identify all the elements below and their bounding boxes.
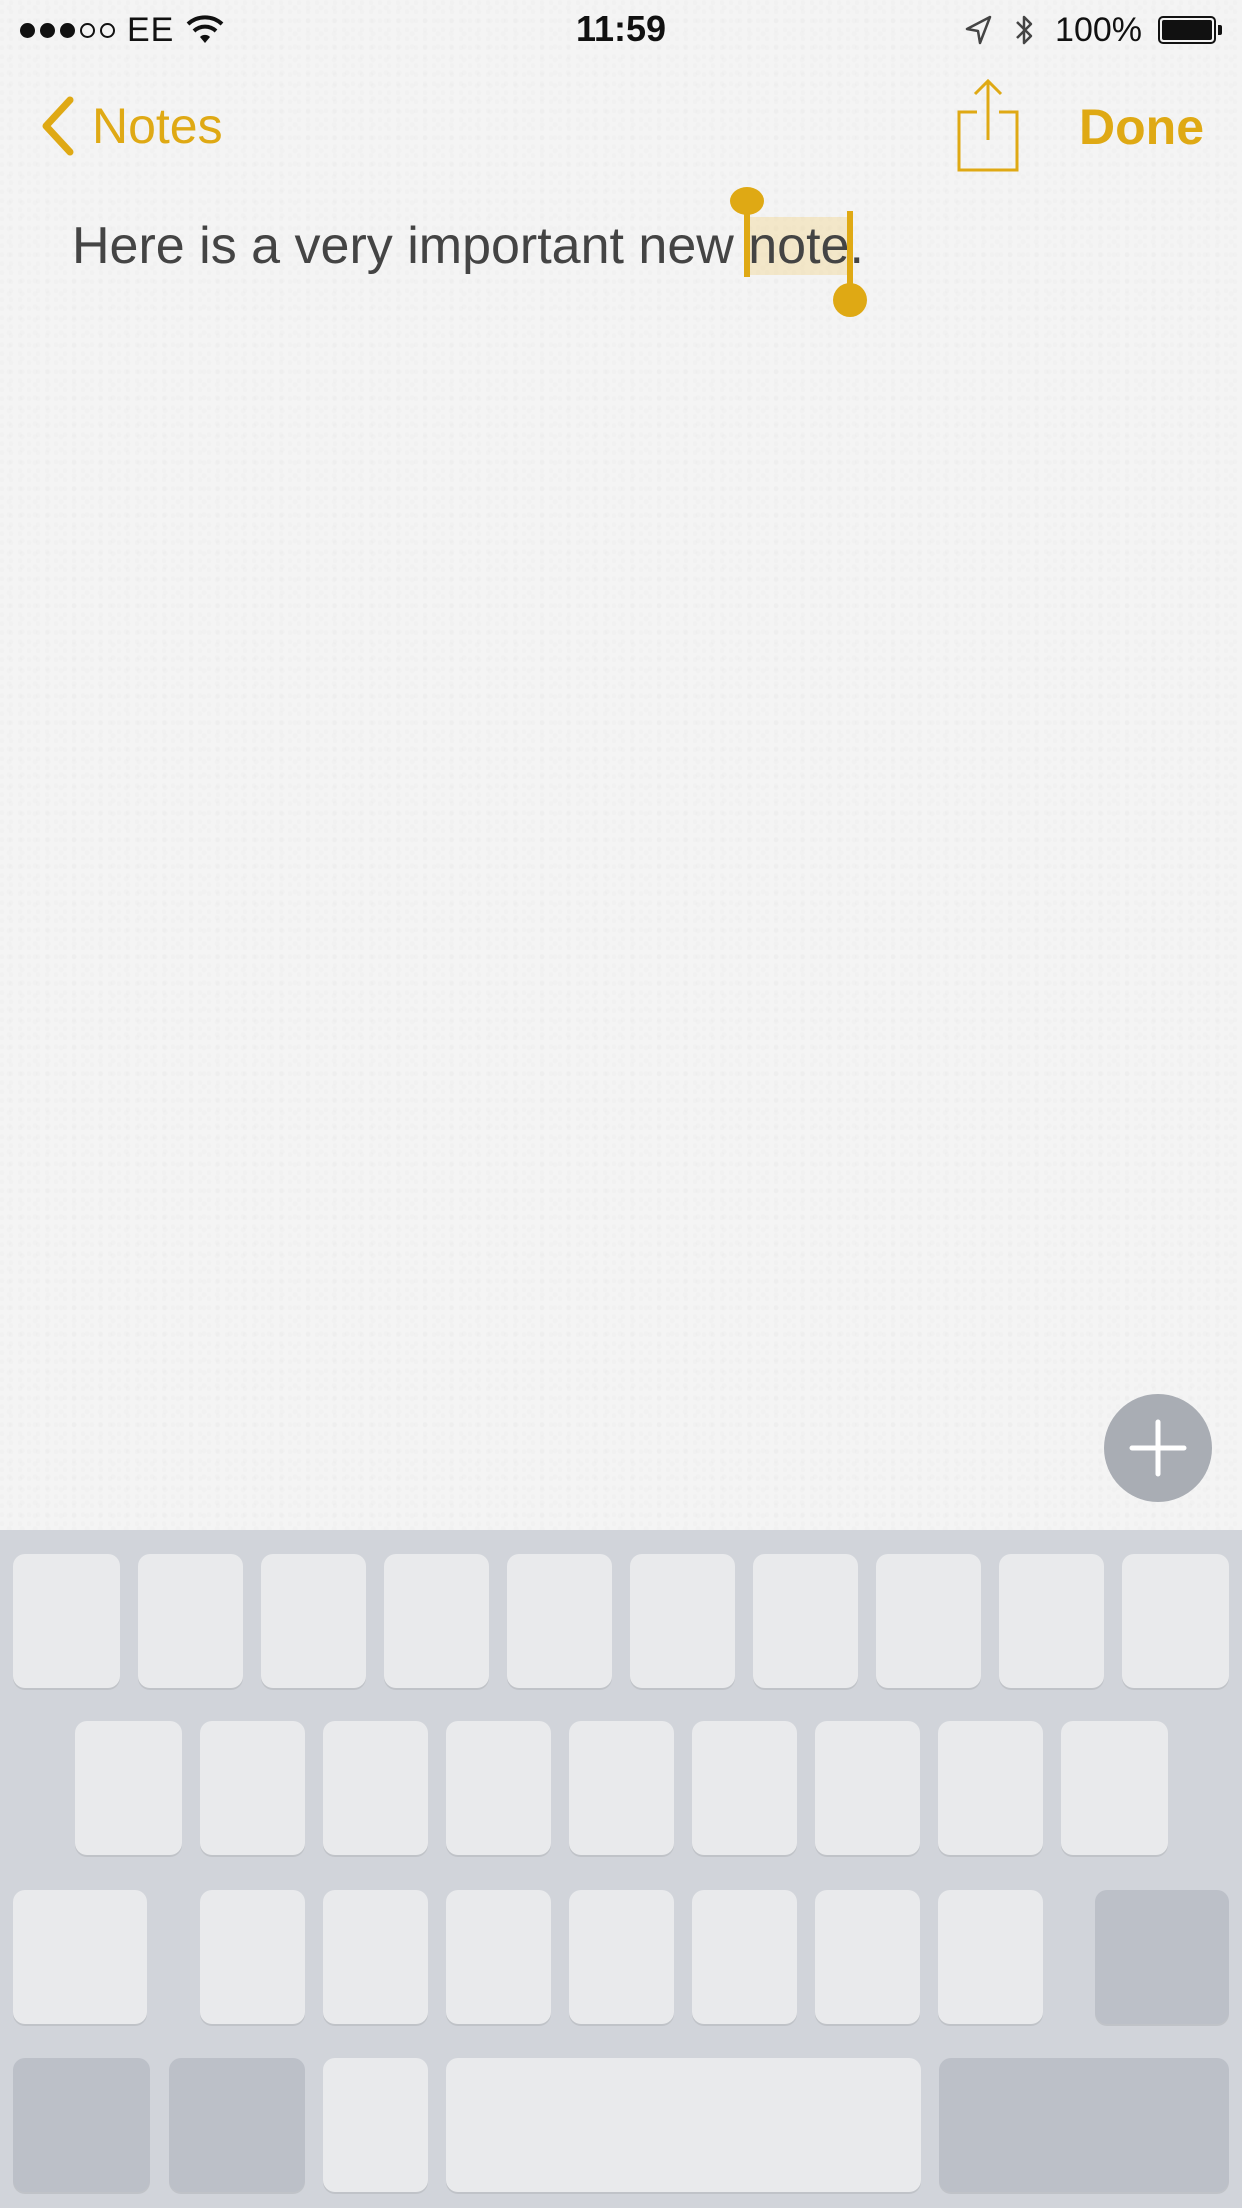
add-attachment-button[interactable] [1104, 1394, 1212, 1502]
battery-percentage: 100% [1055, 10, 1142, 49]
delete-key[interactable] [1095, 1890, 1229, 2024]
status-bar: EE 11:59 100% [0, 0, 1242, 60]
note-text-area[interactable]: Here is a very important new note. [72, 187, 868, 317]
back-to-notes-button[interactable]: Notes [38, 94, 223, 158]
keyboard-key[interactable] [876, 1554, 981, 1688]
battery-fill [1162, 20, 1212, 40]
space-key[interactable] [446, 2058, 921, 2192]
keyboard-key[interactable] [323, 1890, 428, 2024]
keyboard-key[interactable] [692, 1721, 797, 1855]
keyboard-key[interactable] [1061, 1721, 1168, 1855]
shift-key[interactable] [13, 1890, 147, 2024]
keyboard-key[interactable] [692, 1890, 797, 2024]
dictation-key[interactable] [323, 2058, 428, 2192]
keyboard-key[interactable] [569, 1890, 674, 2024]
selection-end-handle[interactable] [833, 211, 868, 317]
keyboard-key[interactable] [1122, 1554, 1229, 1688]
keyboard-key[interactable] [384, 1554, 489, 1688]
keyboard-key[interactable] [446, 1721, 551, 1855]
navigation-bar: Notes Done [0, 64, 1242, 184]
keyboard-key[interactable] [261, 1554, 366, 1688]
selection-start-handle[interactable] [730, 187, 765, 277]
share-button[interactable] [955, 76, 1021, 172]
keyboard-key[interactable] [569, 1721, 674, 1855]
selected-word: note [748, 217, 850, 275]
keyboard-key[interactable] [323, 1721, 428, 1855]
numbers-key[interactable] [13, 2058, 150, 2192]
keyboard-key[interactable] [200, 1890, 305, 2024]
status-right: 100% [963, 10, 1222, 50]
keyboard-key[interactable] [75, 1721, 182, 1855]
keyboard-key[interactable] [938, 1890, 1043, 2024]
keyboard-key[interactable] [938, 1721, 1043, 1855]
battery-icon [1158, 16, 1222, 44]
keyboard-key[interactable] [630, 1554, 735, 1688]
keyboard-key[interactable] [13, 1554, 120, 1688]
return-key[interactable] [939, 2058, 1229, 2192]
chevron-left-icon [42, 96, 74, 156]
location-icon [965, 15, 992, 45]
done-button[interactable]: Done [1079, 98, 1204, 156]
keyboard-key[interactable] [200, 1721, 305, 1855]
keyboard-key[interactable] [999, 1554, 1104, 1688]
battery-cap [1218, 25, 1222, 35]
plus-icon [1129, 1419, 1187, 1477]
note-text: Here is a very important new [72, 217, 749, 275]
share-icon [957, 78, 1019, 172]
back-label: Notes [92, 98, 223, 154]
keyboard-key[interactable] [815, 1721, 920, 1855]
globe-key[interactable] [169, 2058, 305, 2192]
keyboard-key[interactable] [446, 1890, 551, 2024]
keyboard [0, 1530, 1242, 2208]
bluetooth-icon [1016, 15, 1033, 45]
keyboard-key[interactable] [507, 1554, 612, 1688]
selected-text[interactable]: note [730, 187, 868, 317]
keyboard-key[interactable] [138, 1554, 243, 1688]
battery-body [1158, 16, 1216, 44]
keyboard-key[interactable] [815, 1890, 920, 2024]
keyboard-key[interactable] [753, 1554, 858, 1688]
